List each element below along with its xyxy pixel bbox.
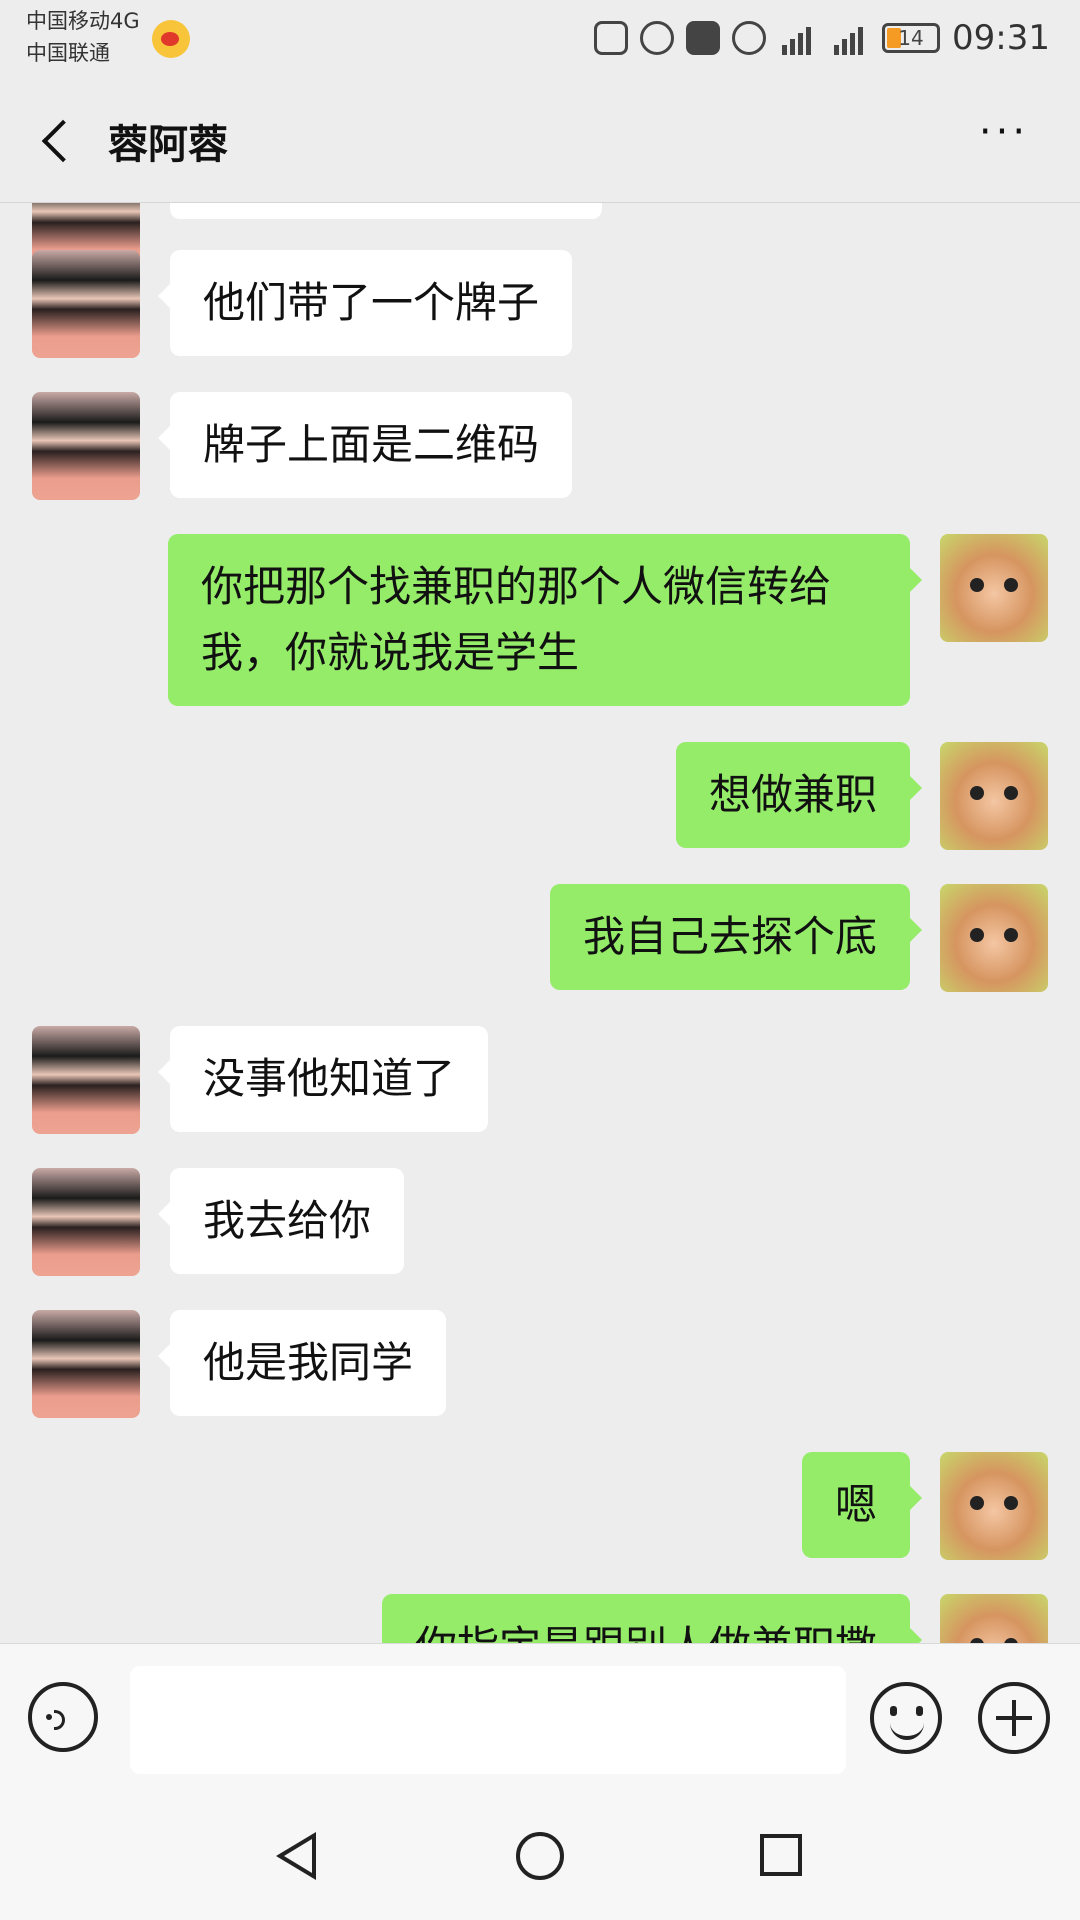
contact-avatar[interactable] — [32, 1168, 140, 1276]
my-avatar[interactable] — [940, 884, 1048, 992]
status-icons: 14 09:31 — [594, 18, 1050, 58]
nav-home-icon[interactable] — [516, 1832, 564, 1880]
message-bubble-incoming[interactable]: 他们带了一个牌子 — [157, 250, 573, 356]
message-bubble-incoming[interactable]: 我去给你 — [157, 1168, 405, 1274]
battery-icon: 14 — [882, 23, 941, 53]
message-bubble-incoming[interactable]: 牌子上面是二维码 — [157, 392, 573, 498]
chat-header: 蓉阿蓉 ··· — [0, 84, 1080, 203]
page-title: 蓉阿蓉 — [108, 122, 228, 168]
input-bar — [0, 1643, 1080, 1780]
carrier-primary: 中国移动4G — [26, 9, 140, 33]
my-avatar[interactable] — [940, 1594, 1048, 1643]
message-bubble-outgoing[interactable]: 我自己去探个底 — [549, 884, 923, 990]
hd-icon — [686, 21, 721, 55]
message-bubble-outgoing[interactable]: 想做兼职 — [675, 742, 923, 848]
message-bubble-outgoing-partial[interactable]: 你指定是跟别人做兼职撒 — [381, 1594, 923, 1643]
carrier-secondary: 中国联通 — [26, 41, 110, 65]
contact-avatar[interactable] — [32, 250, 140, 358]
more-actions-icon[interactable] — [978, 1682, 1050, 1754]
message-bubble-partial[interactable] — [170, 203, 602, 219]
eye-icon — [732, 21, 767, 55]
message-list[interactable]: 他们带了一个牌子 牌子上面是二维码 你把那个找兼职的那个人微信转给我，你就说我是… — [0, 203, 1080, 1643]
my-avatar[interactable] — [940, 1452, 1048, 1560]
alarm-icon — [640, 21, 675, 55]
more-options-button[interactable]: ··· — [964, 112, 1044, 168]
contact-avatar[interactable] — [32, 1310, 140, 1418]
contact-avatar[interactable] — [32, 1026, 140, 1134]
signal-g-icon — [830, 21, 870, 55]
my-avatar[interactable] — [940, 742, 1048, 850]
nav-back-icon[interactable] — [276, 1832, 316, 1880]
message-input[interactable] — [130, 1666, 846, 1774]
weibo-icon — [152, 20, 190, 58]
back-icon[interactable] — [30, 114, 86, 170]
contact-avatar[interactable] — [32, 392, 140, 500]
message-bubble-incoming[interactable]: 他是我同学 — [157, 1310, 447, 1416]
message-bubble-outgoing[interactable]: 你把那个找兼职的那个人微信转给我，你就说我是学生 — [168, 534, 922, 706]
battery-level: 14 — [898, 26, 924, 50]
my-avatar[interactable] — [940, 534, 1048, 642]
voice-input-icon[interactable] — [28, 1682, 98, 1752]
emoji-icon[interactable] — [870, 1682, 942, 1754]
vibrate-icon — [594, 21, 629, 55]
system-nav-bar — [0, 1780, 1080, 1920]
signal-4g-icon — [778, 21, 818, 55]
nav-recents-icon[interactable] — [760, 1834, 802, 1876]
status-time: 09:31 — [952, 18, 1050, 58]
message-bubble-outgoing[interactable]: 嗯 — [801, 1452, 923, 1558]
status-bar: 中国移动4G 中国联通 14 09:31 — [0, 0, 1080, 84]
message-bubble-incoming[interactable]: 没事他知道了 — [157, 1026, 489, 1132]
